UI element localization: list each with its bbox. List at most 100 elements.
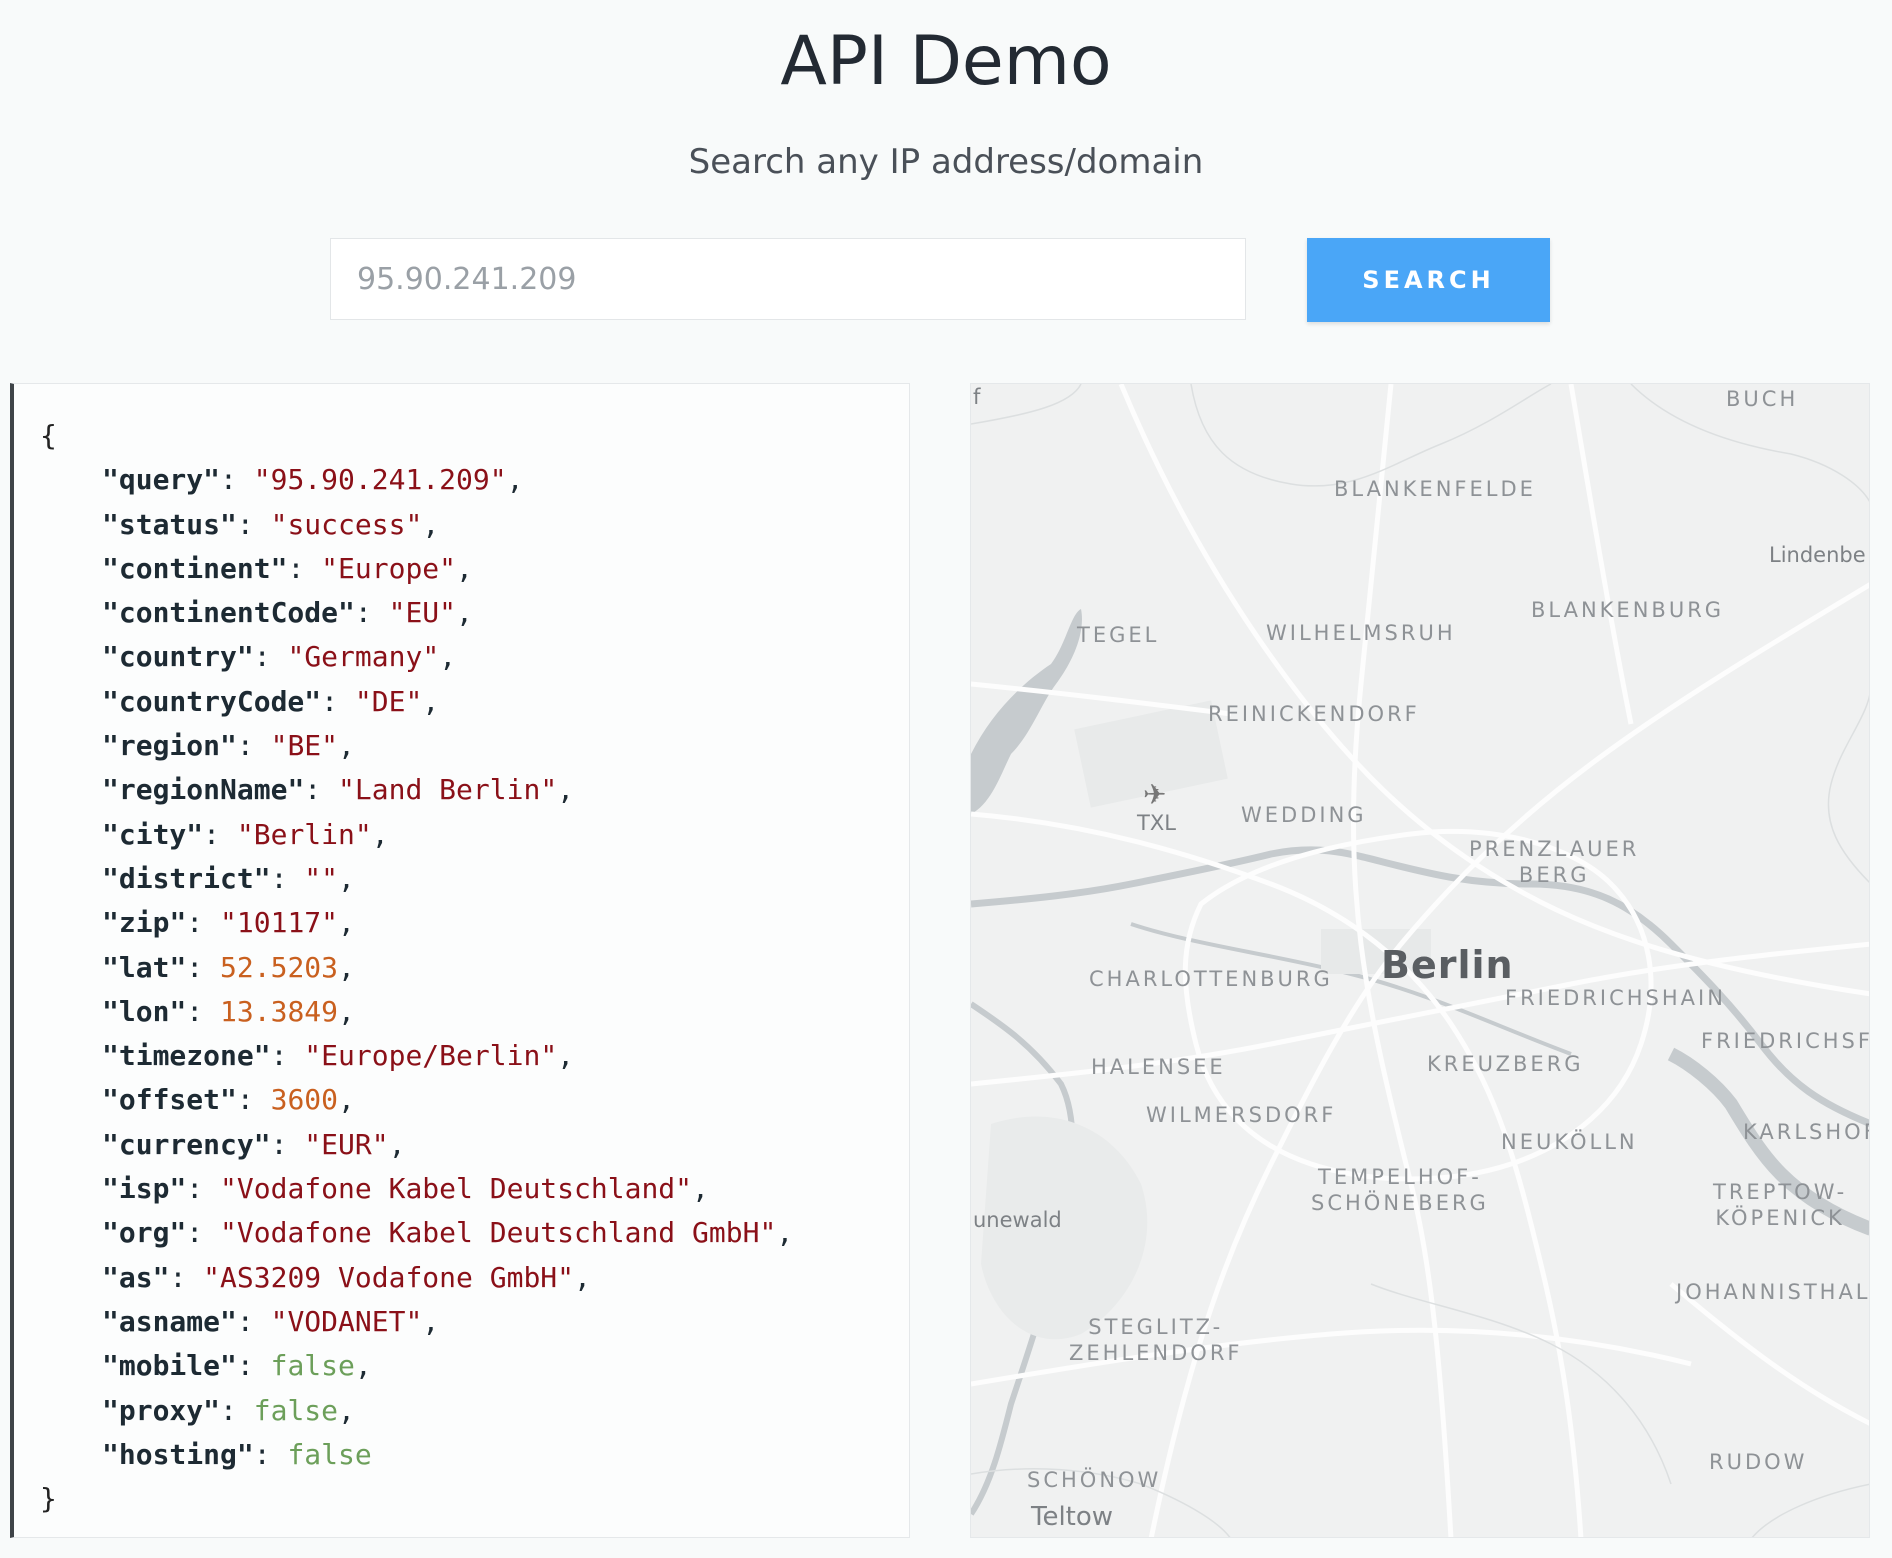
json-field-row: "regionName": "Land Berlin",	[102, 773, 575, 807]
json-field-row: "region": "BE",	[102, 729, 355, 763]
json-field-row: "asname": "VODANET",	[102, 1304, 440, 1338]
tegel-lake	[971, 609, 1082, 814]
json-key: org	[118, 1216, 170, 1250]
search-button[interactable]: SEARCH	[1307, 238, 1550, 322]
json-field-row: "as": "AS3209 Vodafone GmbH",	[102, 1260, 591, 1294]
map-label-rudow: RUDOW	[1709, 1450, 1808, 1474]
page-title: API Demo	[780, 22, 1112, 101]
map-label-edge-f: f	[973, 385, 981, 409]
json-value: Berlin	[253, 817, 355, 851]
map-label-grunewald: unewald	[973, 1208, 1062, 1232]
map-label-karlshorst: KARLSHOF	[1743, 1120, 1870, 1144]
airplane-icon: ✈	[1143, 778, 1167, 811]
json-response-panel: { "query": "95.90.241.209", "status": "su…	[10, 383, 910, 1538]
json-key: currency	[118, 1127, 254, 1161]
json-value: false	[270, 1349, 355, 1383]
map-label-reinickendorf: REINICKENDORF	[1208, 702, 1420, 726]
ip-search-input[interactable]	[330, 238, 1246, 320]
map-label-friedrichsfelde: FRIEDRICHSF	[1701, 1029, 1870, 1053]
json-fields: "query": "95.90.241.209", "status": "succ…	[14, 458, 909, 1477]
map-label-schoenow: SCHÖNOW	[1027, 1468, 1162, 1492]
location-map[interactable]: ✈ TXL Berlin BUCH BLANKENFELDE Lindenbe …	[970, 383, 1870, 1538]
json-field-row: "timezone": "Europe/Berlin",	[102, 1039, 575, 1073]
map-label-treptow-koepenick: TREPTOW- KÖPENICK	[1713, 1180, 1848, 1230]
map-label-johannisthal: JOHANNISTHAL	[1676, 1280, 1870, 1304]
json-field-row: "mobile": false,	[102, 1349, 372, 1383]
map-label-blankenburg: BLANKENBURG	[1531, 598, 1725, 622]
json-open-brace: {	[40, 419, 57, 452]
json-field-row: "isp": "Vodafone Kabel Deutschland",	[102, 1172, 709, 1206]
json-field-row: "query": "95.90.241.209",	[102, 463, 524, 497]
map-label-buch: BUCH	[1726, 387, 1799, 411]
json-key: status	[118, 507, 221, 541]
json-value: Europe	[338, 551, 440, 585]
map-label-prenzlauer-berg: PRENZLAUER BERG	[1469, 837, 1640, 887]
map-label-friedrichshain: FRIEDRICHSHAIN	[1505, 986, 1726, 1010]
json-key: lon	[118, 994, 170, 1028]
json-field-row: "lon": 13.3849,	[102, 994, 355, 1028]
json-key: regionName	[118, 773, 288, 807]
json-key: asname	[118, 1304, 221, 1338]
json-key: city	[118, 817, 187, 851]
json-value: Vodafone Kabel Deutschland GmbH	[236, 1216, 760, 1250]
map-label-wilmersdorf: WILMERSDORF	[1146, 1103, 1337, 1127]
json-field-row: "proxy": false,	[102, 1393, 355, 1427]
json-key: proxy	[118, 1393, 204, 1427]
json-key: continentCode	[118, 596, 339, 630]
map-label-airport: TXL	[1137, 811, 1176, 835]
map-label-neukoelln: NEUKÖLLN	[1501, 1130, 1638, 1154]
map-label-charlottenburg: CHARLOTTENBURG	[1089, 967, 1333, 991]
json-field-row: "zip": "10117",	[102, 906, 355, 940]
json-key: mobile	[118, 1349, 221, 1383]
json-key: zip	[118, 906, 170, 940]
json-value: EU	[405, 596, 440, 630]
map-label-blankenfelde: BLANKENFELDE	[1334, 477, 1536, 501]
json-key: isp	[118, 1172, 170, 1206]
json-key: query	[118, 463, 204, 497]
map-label-tempelhof-schoeneberg: TEMPELHOF- SCHÖNEBERG	[1311, 1165, 1489, 1215]
json-value: 95.90.241.209	[270, 463, 490, 497]
json-key: continent	[118, 551, 271, 585]
map-label-city[interactable]: Berlin	[1381, 946, 1514, 984]
json-value: Vodafone Kabel Deutschland	[236, 1172, 676, 1206]
json-value: Europe/Berlin	[321, 1039, 541, 1073]
json-field-row: "offset": 3600,	[102, 1083, 355, 1117]
json-field-row: "district": "",	[102, 861, 355, 895]
json-field-row: "country": "Germany",	[102, 640, 457, 674]
json-key: as	[118, 1260, 153, 1294]
json-key: offset	[118, 1083, 221, 1117]
map-label-wilhelmsruh: WILHELMSRUH	[1266, 621, 1456, 645]
json-value: 3600	[270, 1083, 339, 1117]
json-field-row: "city": "Berlin",	[102, 817, 389, 851]
json-key: region	[118, 729, 221, 763]
map-label-steglitz-zehlendorf: STEGLITZ- ZEHLENDORF	[1069, 1315, 1243, 1365]
json-close-brace: }	[40, 1482, 57, 1516]
map-label-lindenberg: Lindenbe	[1769, 543, 1866, 567]
json-value: 10117	[236, 906, 322, 940]
map-label-teltow: Teltow	[1031, 1502, 1114, 1532]
map-label-halensee: HALENSEE	[1091, 1055, 1226, 1079]
json-value: 52.5203	[220, 950, 339, 984]
map-label-wedding: WEDDING	[1241, 803, 1367, 827]
json-value: false	[253, 1393, 339, 1427]
json-value: BE	[287, 729, 322, 763]
json-key: country	[118, 640, 237, 674]
json-field-row: "countryCode": "DE",	[102, 684, 440, 718]
json-value: DE	[371, 684, 406, 718]
json-field-row: "org": "Vodafone Kabel Deutschland GmbH"…	[102, 1216, 794, 1250]
map-label-kreuzberg: KREUZBERG	[1427, 1052, 1584, 1076]
map-label-tegel: TEGEL	[1077, 623, 1160, 647]
json-field-row: "continent": "Europe",	[102, 551, 473, 585]
json-value: Land Berlin	[354, 773, 541, 807]
json-key: lat	[118, 950, 170, 984]
json-field-row: "lat": 52.5203,	[102, 950, 355, 984]
json-value: VODANET	[287, 1304, 406, 1338]
json-key: hosting	[118, 1437, 237, 1471]
json-key: timezone	[118, 1039, 254, 1073]
json-value: AS3209 Vodafone GmbH	[220, 1260, 558, 1294]
json-field-row: "continentCode": "EU",	[102, 596, 473, 630]
json-value: false	[287, 1437, 372, 1471]
json-field-row: "currency": "EUR",	[102, 1127, 406, 1161]
json-value: Germany	[304, 640, 423, 674]
json-value: success	[287, 507, 406, 541]
